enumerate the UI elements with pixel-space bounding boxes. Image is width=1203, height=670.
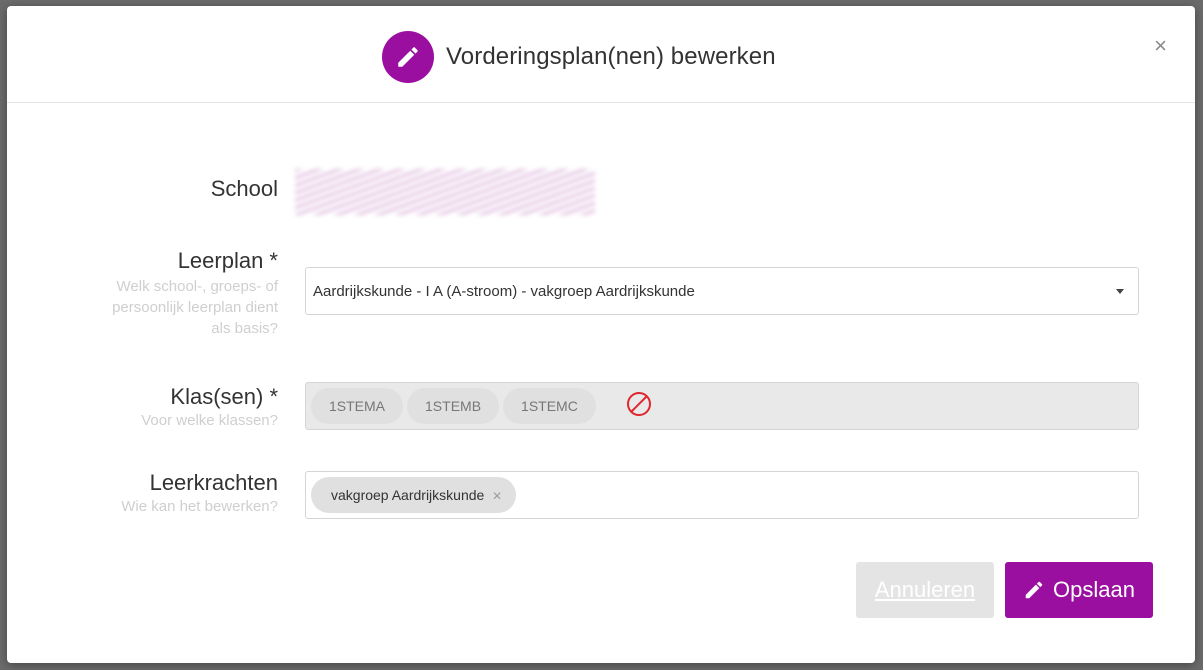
klas-tag: 1STEMC [503, 388, 596, 424]
school-label-group: School [211, 176, 278, 202]
leerkracht-tag: vakgroep Aardrijkskunde × [311, 477, 516, 513]
leerplan-label-group: Leerplan * Welk school-, groeps- of pers… [112, 248, 278, 339]
klassen-help: Voor welke klassen? [141, 412, 278, 429]
leerplan-select[interactable]: Aardrijkskunde - I A (A-stroom) - vakgro… [305, 267, 1139, 315]
save-button[interactable]: Opslaan [1005, 562, 1153, 618]
leerkrachten-label: Leerkrachten [149, 470, 278, 495]
cancel-button[interactable]: Annuleren [856, 562, 994, 618]
modal-header: Vorderingsplan(nen) bewerken × [7, 6, 1195, 103]
leerkrachten-tag-input[interactable]: vakgroep Aardrijkskunde × [305, 471, 1139, 519]
modal-title: Vorderingsplan(nen) bewerken [446, 43, 776, 70]
klassen-label-group: Klas(sen) * Voor welke klassen? [141, 384, 278, 431]
leerplan-help-line: als basis? [211, 320, 278, 337]
school-label: School [210, 176, 278, 201]
klassen-label: Klas(sen) * [170, 384, 278, 409]
remove-tag-icon[interactable]: × [492, 488, 501, 506]
leerkracht-tag-label: vakgroep Aardrijkskunde [331, 487, 485, 503]
leerplan-label: Leerplan * [177, 248, 278, 273]
leerkrachten-label-group: Leerkrachten Wie kan het bewerken? [121, 470, 278, 517]
close-icon[interactable]: × [1154, 35, 1167, 57]
leerkrachten-help: Wie kan het bewerken? [121, 498, 278, 515]
not-allowed-icon [626, 391, 652, 422]
chevron-down-icon [1116, 289, 1124, 294]
klas-tag: 1STEMB [407, 388, 500, 424]
pencil-icon [1025, 581, 1043, 599]
klas-tag: 1STEMA [311, 388, 404, 424]
edit-modal: Vorderingsplan(nen) bewerken × School Le… [7, 6, 1195, 663]
save-button-label: Opslaan [1053, 577, 1135, 602]
modal-title-group: Vorderingsplan(nen) bewerken [382, 31, 776, 83]
leerplan-selected-value: Aardrijkskunde - I A (A-stroom) - vakgro… [313, 282, 695, 300]
leerplan-help-line: Welk school-, groeps- of [116, 278, 278, 295]
pencil-icon [382, 31, 434, 83]
klassen-tag-input: 1STEMA 1STEMB 1STEMC [305, 382, 1139, 430]
school-value-redacted [295, 169, 595, 215]
leerplan-help: Welk school-, groeps- of persoonlijk lee… [112, 276, 278, 339]
leerplan-help-line: persoonlijk leerplan dient [112, 299, 278, 316]
